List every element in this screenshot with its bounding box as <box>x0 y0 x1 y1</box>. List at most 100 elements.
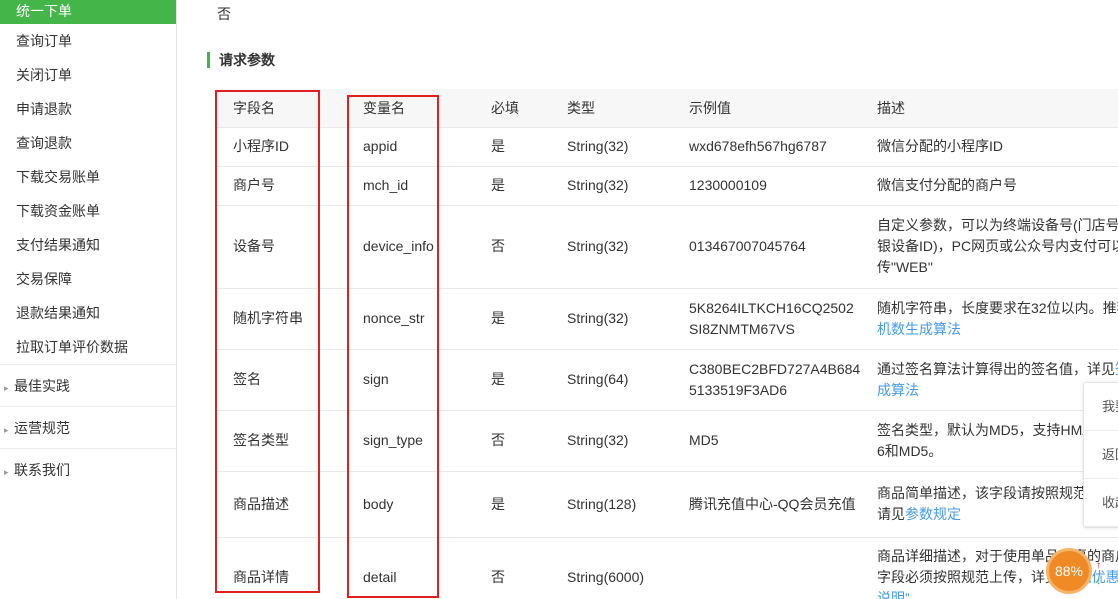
cell-description: 签名类型，默认为MD5，支持HMAC-SHA256和MD5。 <box>861 410 1118 472</box>
speed-arrows: ↑ ↓ <box>1096 558 1101 590</box>
description-text: 自定义参数，可以为终端设备号(门店号或收银设备ID)，PC网页或公众号内支付可以… <box>877 217 1118 275</box>
cell-req: 否 <box>475 205 551 289</box>
cell-var: nonce_str <box>347 288 475 350</box>
sidebar-item[interactable]: 统一下单 <box>0 0 176 24</box>
cell-example: wxd678efh567hg6787 <box>673 127 861 167</box>
cell-req: 否 <box>475 410 551 472</box>
sidebar-group-label: 最佳实践 <box>14 378 70 394</box>
cell-var: appid <box>347 127 475 167</box>
table-row: 商品描述 body 是 String(128) 腾讯充值中心-QQ会员充值 商品简单描述，… <box>217 471 1118 538</box>
sidebar-item[interactable]: 下载交易账单 <box>0 160 176 194</box>
down-arrow-icon: ↓ <box>1096 576 1101 587</box>
cell-example: C380BEC2BFD727A4B6845133519F3AD6 <box>673 349 861 411</box>
cell-field: 签名 <box>217 349 347 411</box>
cell-example: 腾讯充值中心-QQ会员充值 <box>673 471 861 538</box>
section-title: 请求参数 <box>207 52 275 68</box>
caret-right-icon: ▸ <box>4 383 9 393</box>
sidebar-item[interactable]: 关闭订单 <box>0 58 176 92</box>
table-row: 小程序ID appid 是 String(32) wxd678efh567hg6787 微… <box>217 127 1118 167</box>
back-to-top-button[interactable]: 返回 <box>1084 431 1118 479</box>
sidebar-group[interactable]: ▸ 运营规范 <box>0 406 176 448</box>
cell-var: sign <box>347 349 475 411</box>
cell-description: 商品简单描述，该字段请按照规范传递，具体请见参数规定 <box>861 471 1118 538</box>
caret-right-icon: ▸ <box>4 425 9 435</box>
cell-type: String(32) <box>551 127 673 167</box>
sidebar-item[interactable]: 查询退款 <box>0 126 176 160</box>
cell-req: 否 <box>475 537 551 599</box>
sidebar-group[interactable]: ▸ 联系我们 <box>0 448 176 490</box>
cell-example: 5K8264ILTKCH16CQ2502SI8ZNMTM67VS <box>673 288 861 350</box>
cell-example: 013467007045764 <box>673 205 861 289</box>
table-row: 签名 sign 是 String(64) C380BEC2BFD727A4B684513… <box>217 349 1118 411</box>
cell-field: 小程序ID <box>217 127 347 167</box>
collapse-button[interactable]: 收起 <box>1084 479 1118 527</box>
table-row: 签名类型 sign_type 否 String(32) MD5 签名类型，默认为MD5，支… <box>217 410 1118 472</box>
params-table: 字段名 变量名 必填 类型 示例值 描述 小程序ID appid 是 String(3… <box>217 89 1118 599</box>
feedback-button[interactable]: 我要 <box>1084 383 1118 431</box>
caret-right-icon: ▸ <box>4 467 9 477</box>
header-field: 字段名 <box>217 89 347 128</box>
header-type: 类型 <box>551 89 673 128</box>
sidebar-item[interactable]: 支付结果通知 <box>0 228 176 262</box>
table-row: 商品详情 detail 否 String(6000) 商品详细描述，对于使用单品优惠的商… <box>217 537 1118 599</box>
sidebar-group-label: 运营规范 <box>14 420 70 436</box>
cell-type: String(32) <box>551 205 673 289</box>
header-description: 描述 <box>861 89 1118 128</box>
cell-var: body <box>347 471 475 538</box>
cell-type: String(32) <box>551 410 673 472</box>
cell-description: 通过签名算法计算得出的签名值，详见签名生成算法 <box>861 349 1118 411</box>
cell-type: String(32) <box>551 288 673 350</box>
cell-var: mch_id <box>347 166 475 206</box>
cell-field: 商户号 <box>217 166 347 206</box>
cell-description: 自定义参数，可以为终端设备号(门店号或收银设备ID)，PC网页或公众号内支付可以… <box>861 205 1118 289</box>
cell-type: String(6000) <box>551 537 673 599</box>
description-text: 通过签名算法计算得出的签名值，详见 <box>877 360 1115 377</box>
cell-description: 微信支付分配的商户号 <box>861 166 1118 206</box>
cell-field: 商品描述 <box>217 471 347 538</box>
sidebar: 统一下单 查询订单 关闭订单 申请退款 查询退款 下载交易账单 下载资金账单 支付结果通知 交易… <box>0 0 177 599</box>
sidebar-item[interactable]: 申请退款 <box>0 92 176 126</box>
header-var: 变量名 <box>347 89 475 128</box>
cell-description: 微信分配的小程序ID <box>861 127 1118 167</box>
previous-row-value: 否 <box>217 6 231 22</box>
description-link[interactable]: 参数规定 <box>905 506 961 522</box>
header-required: 必填 <box>475 89 551 128</box>
sidebar-group-label: 联系我们 <box>14 462 70 478</box>
cell-var: device_info <box>347 205 475 289</box>
cell-description: 随机字符串，长度要求在32位以内。推荐随机数生成算法 <box>861 288 1118 350</box>
floating-toolbar: 我要 返回 收起 <box>1083 382 1118 528</box>
cell-field: 设备号 <box>217 205 347 289</box>
table-row: 设备号 device_info 否 String(32) 013467007045764… <box>217 205 1118 289</box>
sidebar-group[interactable]: ▸ 最佳实践 <box>0 364 176 406</box>
table-row: 商户号 mch_id 是 String(32) 1230000109 微信支付分配的商户号 <box>217 166 1118 206</box>
cell-req: 是 <box>475 471 551 538</box>
cell-var: sign_type <box>347 410 475 472</box>
cell-example <box>673 537 861 599</box>
description-text: 签名类型，默认为MD5，支持HMAC-SHA256和MD5。 <box>877 421 1118 459</box>
sidebar-item[interactable]: 查询订单 <box>0 24 176 58</box>
sidebar-item[interactable]: 下载资金账单 <box>0 194 176 228</box>
up-arrow-icon: ↑ <box>1096 560 1101 571</box>
speed-badge[interactable]: 88% <box>1046 548 1092 594</box>
description-text: 微信支付分配的商户号 <box>877 177 1017 193</box>
cell-type: String(64) <box>551 349 673 411</box>
header-example: 示例值 <box>673 89 861 128</box>
sidebar-item[interactable]: 交易保障 <box>0 262 176 296</box>
description-text: 微信分配的小程序ID <box>877 138 1003 154</box>
table-row: 随机字符串 nonce_str 是 String(32) 5K8264ILTKCH16C… <box>217 288 1118 350</box>
cell-example: 1230000109 <box>673 166 861 206</box>
description-text: 随机字符串，长度要求在32位以内。推荐 <box>877 299 1118 316</box>
cell-req: 是 <box>475 166 551 206</box>
main-content: 否 请求参数 字段名 变量名 必填 类型 示例值 描述 小程序ID appid 是 S… <box>177 0 1118 599</box>
cell-var: detail <box>347 537 475 599</box>
cell-example: MD5 <box>673 410 861 472</box>
cell-req: 是 <box>475 349 551 411</box>
cell-req: 是 <box>475 288 551 350</box>
cell-field: 商品详情 <box>217 537 347 599</box>
sidebar-item[interactable]: 拉取订单评价数据 <box>0 330 176 364</box>
cell-req: 是 <box>475 127 551 167</box>
cell-field: 签名类型 <box>217 410 347 472</box>
sidebar-item[interactable]: 退款结果通知 <box>0 296 176 330</box>
cell-field: 随机字符串 <box>217 288 347 350</box>
table-header-row: 字段名 变量名 必填 类型 示例值 描述 <box>217 89 1118 128</box>
